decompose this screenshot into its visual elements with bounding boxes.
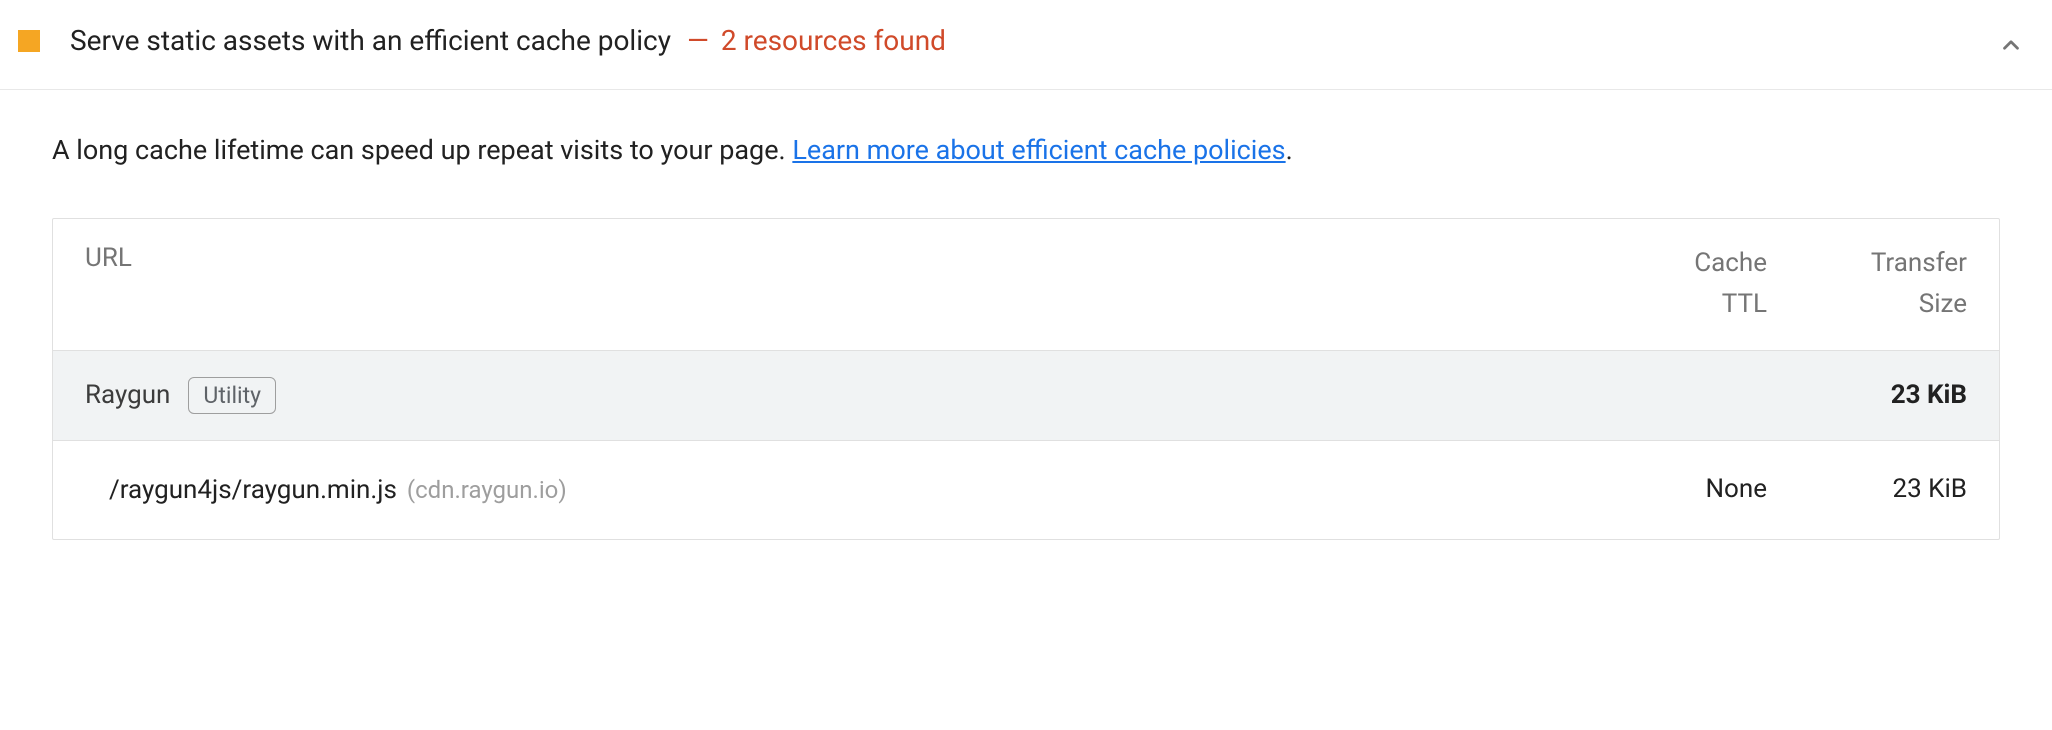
learn-more-link[interactable]: Learn more about efficient cache policie… [792, 134, 1285, 166]
collapse-chevron-icon[interactable] [1998, 32, 2024, 58]
resources-table: URL Cache TTL Transfer Size Raygun Utili… [52, 218, 2000, 540]
group-row: Raygun Utility 23 KiB [53, 350, 1999, 440]
group-name: Raygun [85, 380, 170, 410]
resource-host: (cdn.raygun.io) [407, 476, 567, 504]
resource-transfer-size: 23 KiB [1767, 469, 1967, 511]
column-header-url: URL [85, 243, 1587, 326]
table-row: /raygun4js/raygun.min.js (cdn.raygun.io)… [53, 440, 1999, 539]
audit-summary: — 2 resources found [687, 24, 946, 57]
audit-title: Serve static assets with an efficient ca… [70, 24, 671, 57]
audit-summary-text: 2 resources found [721, 24, 946, 57]
resource-cache-ttl: None [1587, 469, 1767, 511]
separator-dash: — [687, 24, 709, 57]
status-indicator-icon [18, 30, 40, 52]
group-total-size: 23 KiB [1891, 380, 1967, 410]
audit-description: A long cache lifetime can speed up repea… [52, 132, 2000, 170]
table-header: URL Cache TTL Transfer Size [53, 219, 1999, 350]
column-header-size: Transfer Size [1767, 243, 1967, 326]
audit-header[interactable]: Serve static assets with an efficient ca… [0, 0, 2052, 90]
audit-body: A long cache lifetime can speed up repea… [0, 90, 2052, 560]
resource-url: /raygun4js/raygun.min.js (cdn.raygun.io) [109, 475, 1587, 505]
description-suffix: . [1286, 134, 1293, 166]
group-category-badge: Utility [188, 377, 276, 414]
resource-path[interactable]: /raygun4js/raygun.min.js [109, 475, 397, 505]
column-header-cache: Cache TTL [1587, 243, 1767, 326]
description-text: A long cache lifetime can speed up repea… [52, 134, 792, 166]
